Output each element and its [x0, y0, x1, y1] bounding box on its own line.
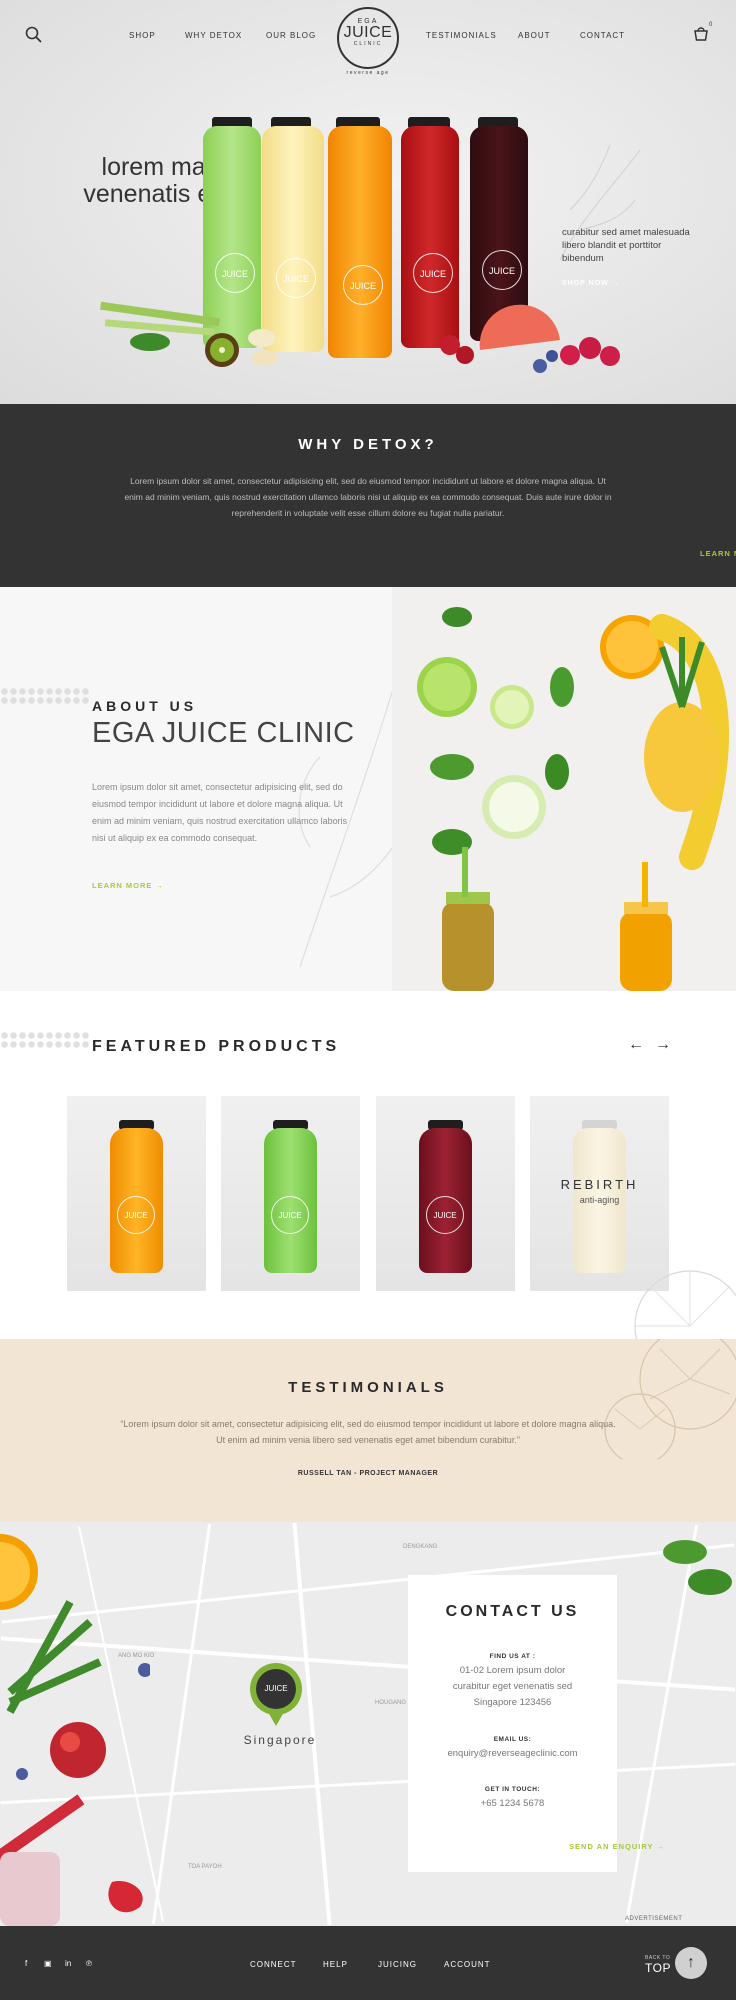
address-line: curabitur eget venenatis sed	[452, 1681, 573, 1692]
top-label: TOP	[645, 1961, 671, 1975]
footer: f ▣ in ℗ CONNECT HELP JUICING ACCOUNT BA…	[0, 1926, 736, 2000]
footer-link-help[interactable]: HELP	[323, 1960, 348, 1969]
search-icon[interactable]	[25, 26, 43, 49]
map-pin-tip	[268, 1712, 284, 1726]
about-body: Lorem ipsum dolor sit amet, consectetur …	[92, 782, 348, 843]
bottle-logo: JUICE	[276, 258, 316, 298]
testimonials-title: TESTIMONIALS	[288, 1379, 448, 1396]
product-card[interactable]: JUICE	[67, 1096, 206, 1291]
hero-section: SHOP WHY DETOX OUR BLOG EGA JUICE CLINIC…	[0, 0, 736, 404]
map-label: HOUGANG	[375, 1700, 407, 1706]
fruit-decoration-map-left	[0, 1534, 150, 1926]
orange-slice-line-art	[634, 1270, 736, 1339]
map-pin-label: Singapore	[243, 1733, 317, 1747]
product-subtitle: anti-aging	[579, 1195, 620, 1205]
product-card[interactable]: JUICE	[221, 1096, 360, 1291]
orange-juice-bottle	[328, 126, 392, 358]
nav-why-detox[interactable]: WHY DETOX	[185, 31, 242, 40]
cart-count: 0	[709, 22, 713, 28]
fruit-decoration-right	[440, 304, 620, 373]
why-detox-body: Lorem ipsum dolor sit amet, consectetur …	[124, 476, 612, 518]
why-detox-title: WHY DETOX?	[298, 436, 438, 453]
footer-link-account[interactable]: ACCOUNT	[444, 1960, 491, 1969]
map-pin[interactable]: JUICE	[250, 1663, 302, 1715]
footer-link-connect[interactable]: CONNECT	[250, 1960, 297, 1969]
featured-products-section: FEATURED PRODUCTS ← → JUICE JUICE JUICE …	[0, 991, 736, 1339]
nav-contact[interactable]: CONTACT	[580, 31, 625, 40]
email-label: EMAIL US:	[493, 1736, 532, 1743]
arrow-left-icon[interactable]: ←	[628, 1036, 644, 1054]
pinterest-icon[interactable]: ℗	[86, 1959, 92, 1968]
map-label: DENGKANG	[403, 1544, 438, 1550]
logo-sub-text: CLINIC	[353, 41, 383, 47]
decorative-dot-pattern	[0, 1031, 90, 1049]
facebook-icon[interactable]: f	[25, 1959, 27, 1968]
logo-tagline: reverse age	[346, 70, 390, 76]
arrow-right-icon: →	[656, 1842, 665, 1851]
advertisement-label: ADVERTISEMENT	[625, 1916, 683, 1922]
product-label: JUICE	[426, 1196, 464, 1234]
send-enquiry-button[interactable]: SEND AN ENQUIRY →	[513, 1842, 722, 1851]
bottle-logo: JUICE	[482, 250, 522, 290]
bottle-logo: JUICE	[215, 253, 255, 293]
phone-number[interactable]: +65 1234 5678	[408, 1796, 617, 1812]
bottle-logo: JUICE	[343, 265, 383, 305]
footer-link-juicing[interactable]: JUICING	[378, 1960, 417, 1969]
testimonials-section: TESTIMONIALS “Lorem ipsum dolor sit amet…	[0, 1339, 736, 1522]
shop-now-button[interactable]: SHOP NOW →	[562, 280, 620, 287]
contact-section: DENGKANG ANG MO KIO HOUGANG TOA PAYOH JU…	[0, 1522, 736, 1926]
nav-shop[interactable]: SHOP	[129, 31, 156, 40]
product-label: JUICE	[117, 1196, 155, 1234]
logo-main-text: JUICE	[343, 24, 393, 41]
arrow-right-icon[interactable]: →	[655, 1036, 671, 1054]
product-title: REBIRTH	[560, 1177, 639, 1192]
linkedin-icon[interactable]: in	[65, 1959, 71, 1968]
get-in-touch-label: GET IN TOUCH:	[484, 1786, 541, 1793]
address-line: Singapore 123456	[473, 1697, 552, 1708]
map-pin-logo: JUICE	[256, 1669, 296, 1709]
arrow-right-icon: →	[611, 280, 620, 287]
brand-logo[interactable]: EGA JUICE CLINIC	[337, 7, 399, 69]
learn-more-label: LEARN MORE	[92, 881, 153, 890]
hero-subtext: curabitur sed amet malesuada libero blan…	[562, 227, 690, 264]
nav-our-blog[interactable]: OUR BLOG	[266, 31, 316, 40]
contact-title: CONTACT US	[445, 1603, 580, 1620]
product-label: JUICE	[271, 1196, 309, 1234]
fruit-decoration-left	[100, 301, 278, 367]
why-detox-section: WHY DETOX? Lorem ipsum dolor sit amet, c…	[0, 404, 736, 587]
featured-title: FEATURED PRODUCTS	[92, 1038, 341, 1055]
instagram-icon[interactable]: ▣	[44, 1959, 52, 1968]
arrow-up-icon: ↑	[687, 1954, 695, 1971]
shop-now-label: SHOP NOW	[562, 280, 609, 287]
send-enquiry-label: SEND AN ENQUIRY	[569, 1842, 654, 1851]
cart-icon[interactable]	[692, 25, 710, 48]
testimonial-author: RUSSELL TAN - PROJECT MANAGER	[297, 1470, 439, 1477]
about-section: ABOUT US EGA JUICE CLINIC Lorem ipsum do…	[0, 587, 736, 991]
arrow-right-icon: →	[155, 881, 165, 890]
about-title: EGA JUICE CLINIC	[92, 717, 355, 749]
map-label: TOA PAYOH	[188, 1864, 222, 1870]
find-us-label: FIND US AT :	[489, 1653, 536, 1660]
contact-card: CONTACT US FIND US AT : 01-02 Lorem ipsu…	[408, 1575, 664, 1872]
about-eyebrow: ABOUT US	[92, 698, 198, 714]
testimonial-quote: “Lorem ipsum dolor sit amet, consectetur…	[120, 1419, 616, 1445]
email-link[interactable]: enquiry@reverseageclinic.com	[408, 1746, 617, 1762]
decorative-dot-pattern	[0, 687, 90, 705]
about-learn-more-button[interactable]: LEARN MORE →	[92, 881, 164, 890]
nav-testimonials[interactable]: TESTIMONIALS	[426, 31, 497, 40]
why-detox-learn-more-button[interactable]: LEARN MORE →	[368, 549, 736, 558]
address-line: 01-02 Lorem ipsum dolor	[459, 1665, 566, 1676]
product-card[interactable]: JUICE	[376, 1096, 515, 1291]
back-to-top-button[interactable]: ↑	[675, 1947, 707, 1979]
leaf-decoration	[663, 1540, 732, 1595]
bottle-logo: JUICE	[413, 253, 453, 293]
nav-about[interactable]: ABOUT	[518, 31, 551, 40]
learn-more-label: LEARN MORE	[699, 549, 736, 558]
